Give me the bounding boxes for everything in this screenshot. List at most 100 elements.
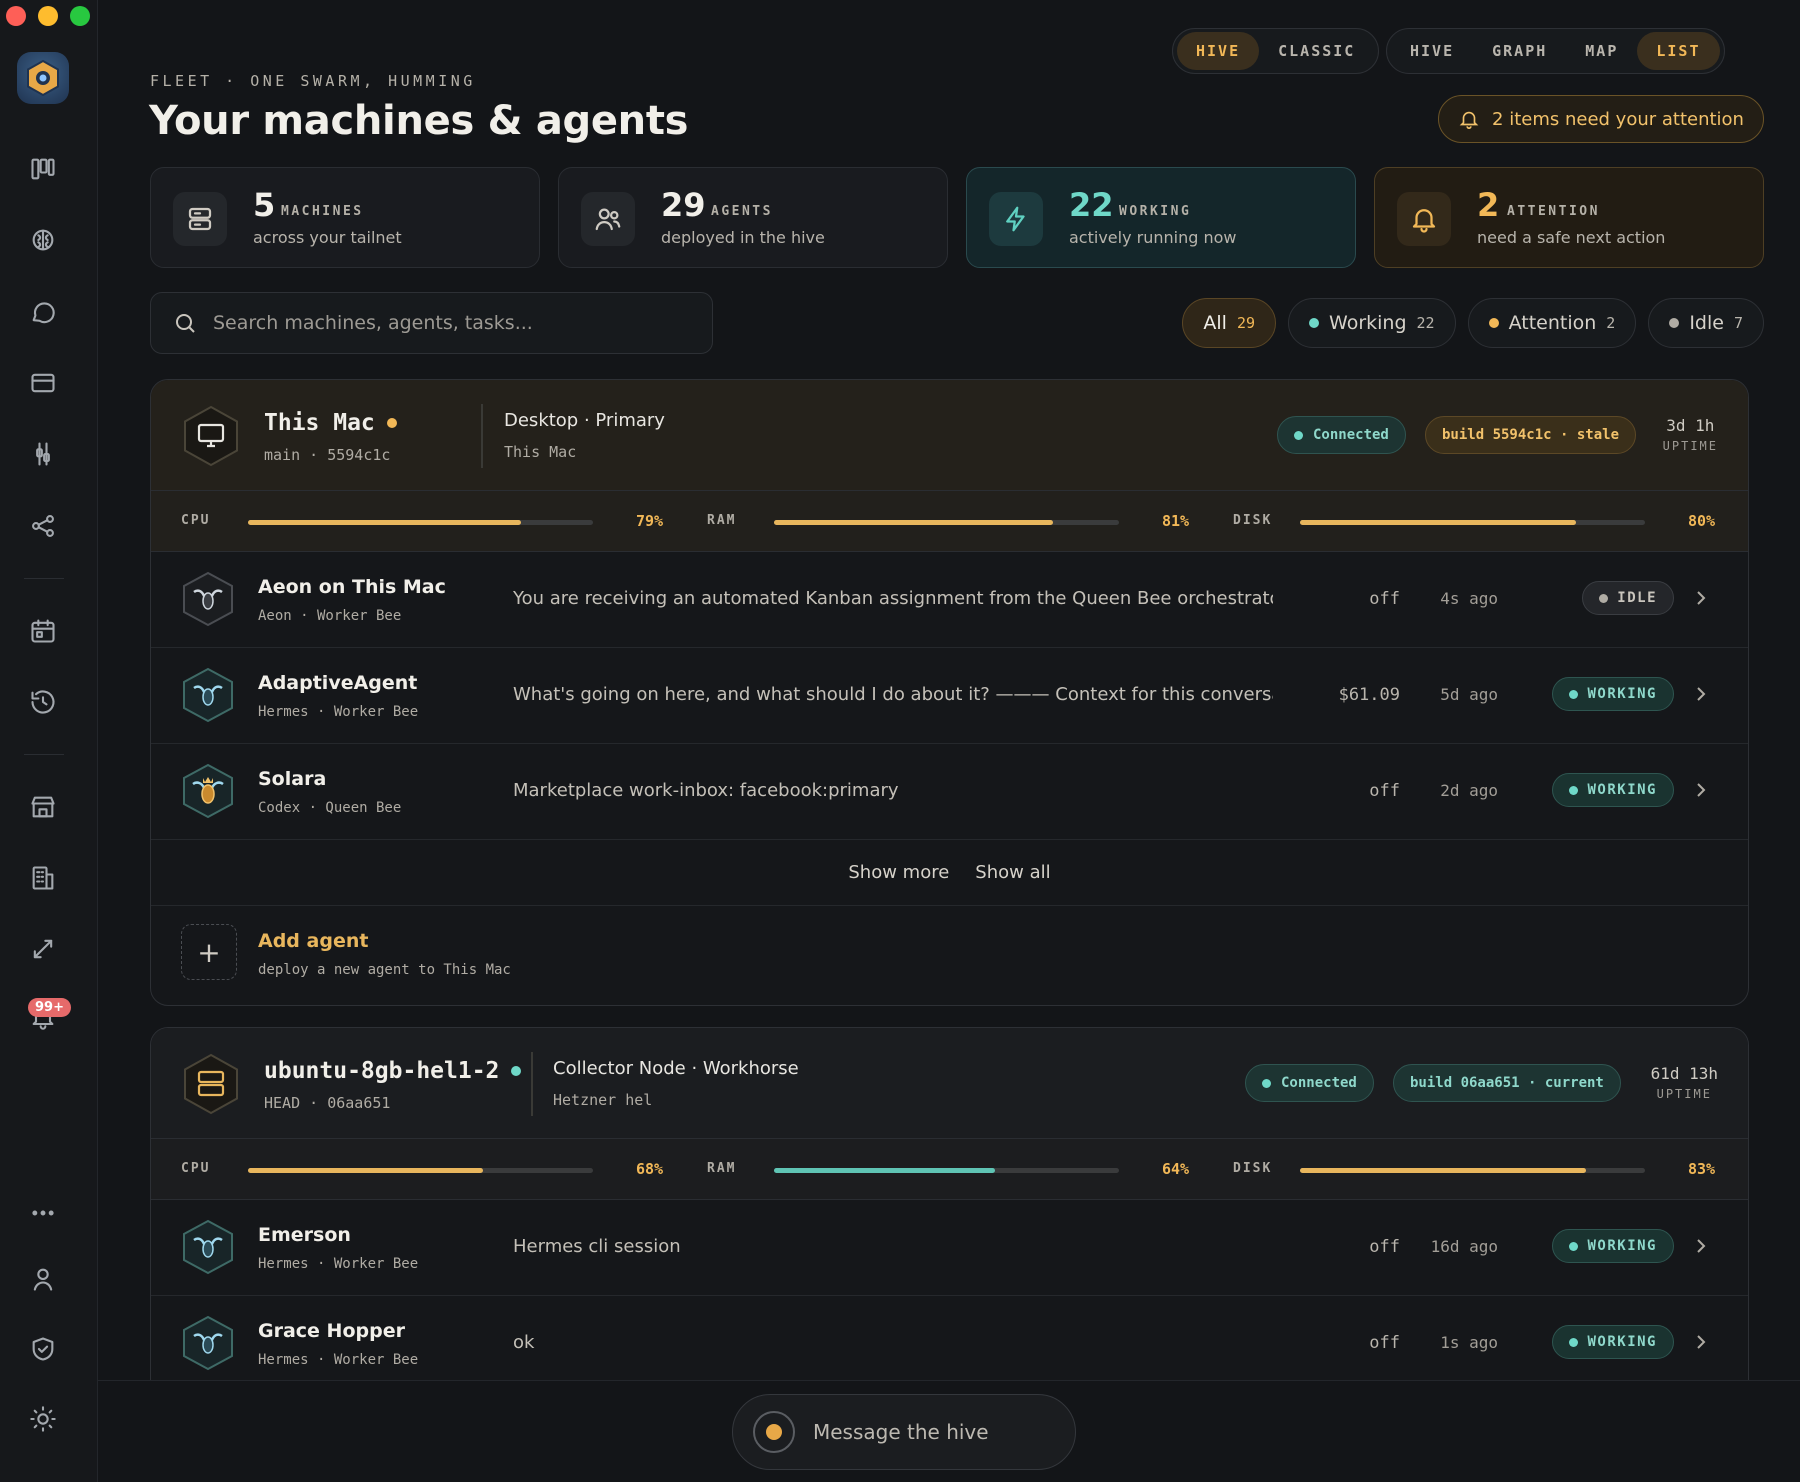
show-all-button[interactable]: Show all <box>975 862 1050 883</box>
connection-text: Connected <box>1281 1075 1357 1091</box>
machine-header[interactable]: This Mac main · 5594c1c Desktop · Primar… <box>151 380 1748 490</box>
mode-toggle: HIVE CLASSIC <box>1172 28 1380 74</box>
agent-cost: off <box>1369 1237 1400 1257</box>
bee-icon <box>179 1314 237 1372</box>
status-badge: IDLE <box>1582 581 1674 615</box>
agent-row[interactable]: AdaptiveAgent Hermes · Worker Bee What's… <box>151 648 1748 744</box>
filter-idle[interactable]: Idle 7 <box>1648 298 1764 348</box>
stat-label: WORKING <box>1119 204 1192 219</box>
stat-sub: deployed in the hive <box>661 228 825 247</box>
view-hive[interactable]: HIVE <box>1391 32 1473 70</box>
connected-dot-icon <box>1294 430 1303 440</box>
agent-task: Marketplace work-inbox: facebook:primary <box>513 780 899 801</box>
sliders-icon[interactable] <box>26 437 60 471</box>
stat-machines[interactable]: 5 MACHINES across your tailnet <box>150 167 540 268</box>
chevron-right-icon[interactable] <box>1690 584 1712 612</box>
chevron-right-icon[interactable] <box>1690 680 1712 708</box>
minimize-window-button[interactable] <box>38 6 58 26</box>
chevron-right-icon[interactable] <box>1690 1232 1712 1260</box>
agent-name: Aeon on This Mac <box>258 576 446 598</box>
chevron-right-icon[interactable] <box>1690 776 1712 804</box>
view-list[interactable]: LIST <box>1637 32 1720 70</box>
cpu-label: CPU <box>181 1161 211 1176</box>
add-agent-button[interactable]: Add agent <box>258 930 368 952</box>
agent-row[interactable]: Aeon on This Mac Aeon · Worker Bee You a… <box>151 552 1748 648</box>
attention-notice-button[interactable]: 2 items need your attention <box>1438 95 1764 143</box>
disk-bar-fill <box>1300 520 1576 525</box>
mode-classic[interactable]: CLASSIC <box>1259 32 1374 70</box>
cpu-bar <box>248 1168 593 1173</box>
status-text: WORKING <box>1587 782 1657 798</box>
agent-row[interactable]: Emerson Hermes · Worker Bee Hermes cli s… <box>151 1200 1748 1296</box>
calendar-icon[interactable] <box>26 614 60 648</box>
disk-percent: 83% <box>1688 1160 1716 1178</box>
machine-header[interactable]: ubuntu-8gb-hel1-2 HEAD · 06aa651 Collect… <box>151 1028 1748 1138</box>
bell-icon <box>1397 192 1451 246</box>
building-icon[interactable] <box>26 861 60 895</box>
agent-name: Emerson <box>258 1224 351 1246</box>
page-title: Your machines & agents <box>149 98 689 144</box>
stat-agents[interactable]: 29 AGENTS deployed in the hive <box>558 167 948 268</box>
brain-icon[interactable] <box>26 223 60 257</box>
user-icon[interactable] <box>26 1262 60 1296</box>
agent-cost: off <box>1369 781 1400 801</box>
agent-row[interactable]: Solara Codex · Queen Bee Marketplace wor… <box>151 744 1748 840</box>
stat-label: MACHINES <box>281 204 364 219</box>
composer-placeholder: Message the hive <box>813 1420 989 1444</box>
message-composer[interactable]: Message the hive <box>732 1394 1076 1470</box>
notification-badge: 99+ <box>28 998 71 1017</box>
filter-all[interactable]: All 29 <box>1182 298 1277 348</box>
stat-label: AGENTS <box>711 204 773 219</box>
agent-task: ok <box>513 1332 535 1353</box>
link-icon[interactable] <box>26 932 60 966</box>
filter-attention[interactable]: Attention 2 <box>1467 298 1637 348</box>
machine-role: Collector Node · Workhorse <box>553 1058 799 1079</box>
history-icon[interactable] <box>26 685 60 719</box>
disk-bar <box>1300 1168 1645 1173</box>
bee-icon <box>179 1218 237 1276</box>
stat-value: 22 <box>1069 186 1114 224</box>
shield-icon[interactable] <box>26 1332 60 1366</box>
mode-hive[interactable]: HIVE <box>1177 32 1260 70</box>
status-badge: WORKING <box>1552 677 1674 711</box>
filter-count: 2 <box>1606 314 1616 332</box>
show-more-button[interactable]: Show more <box>848 862 949 883</box>
resource-usage: CPU 68% RAM 64% DISK 83% <box>151 1138 1748 1200</box>
close-window-button[interactable] <box>6 6 26 26</box>
chat-icon[interactable] <box>26 295 60 329</box>
view-graph[interactable]: GRAPH <box>1473 32 1566 70</box>
store-icon[interactable] <box>26 790 60 824</box>
cpu-percent: 79% <box>636 512 664 530</box>
agent-row[interactable]: Grace Hopper Hermes · Worker Bee ok off … <box>151 1296 1748 1392</box>
theme-toggle-icon[interactable] <box>26 1402 60 1436</box>
card-icon[interactable] <box>26 366 60 400</box>
connection-badge: Connected <box>1245 1064 1374 1102</box>
agent-task: Hermes cli session <box>513 1236 681 1257</box>
uptime-value: 61d 13h <box>1650 1064 1718 1083</box>
board-icon[interactable] <box>26 152 60 186</box>
add-agent-row[interactable]: + Add agent deploy a new agent to This M… <box>151 906 1748 1002</box>
agent-last-active: 16d ago <box>1430 1237 1498 1256</box>
connection-badge: Connected <box>1277 416 1406 454</box>
app-logo[interactable] <box>17 52 69 104</box>
chevron-right-icon[interactable] <box>1690 1328 1712 1356</box>
ram-bar <box>774 1168 1119 1173</box>
disk-label: DISK <box>1233 513 1273 528</box>
maximize-window-button[interactable] <box>70 6 90 26</box>
build-badge[interactable]: build 06aa651 · current <box>1393 1064 1621 1102</box>
ram-label: RAM <box>707 513 737 528</box>
view-map[interactable]: MAP <box>1566 32 1637 70</box>
agent-task: What's going on here, and what should I … <box>513 684 1273 705</box>
search-box <box>150 292 713 354</box>
idle-dot-icon <box>1599 593 1609 603</box>
build-badge[interactable]: build 5594c1c · stale <box>1425 416 1637 454</box>
filter-working[interactable]: Working 22 <box>1288 298 1456 348</box>
status-text: WORKING <box>1587 686 1657 702</box>
header-divider <box>531 1052 533 1116</box>
more-icon[interactable] <box>26 1196 60 1230</box>
add-agent-hint: deploy a new agent to This Mac <box>258 962 511 978</box>
stat-working[interactable]: 22 WORKING actively running now <box>966 167 1356 268</box>
search-input[interactable] <box>213 312 673 334</box>
stat-attention[interactable]: 2 ATTENTION need a safe next action <box>1374 167 1764 268</box>
share-icon[interactable] <box>26 509 60 543</box>
